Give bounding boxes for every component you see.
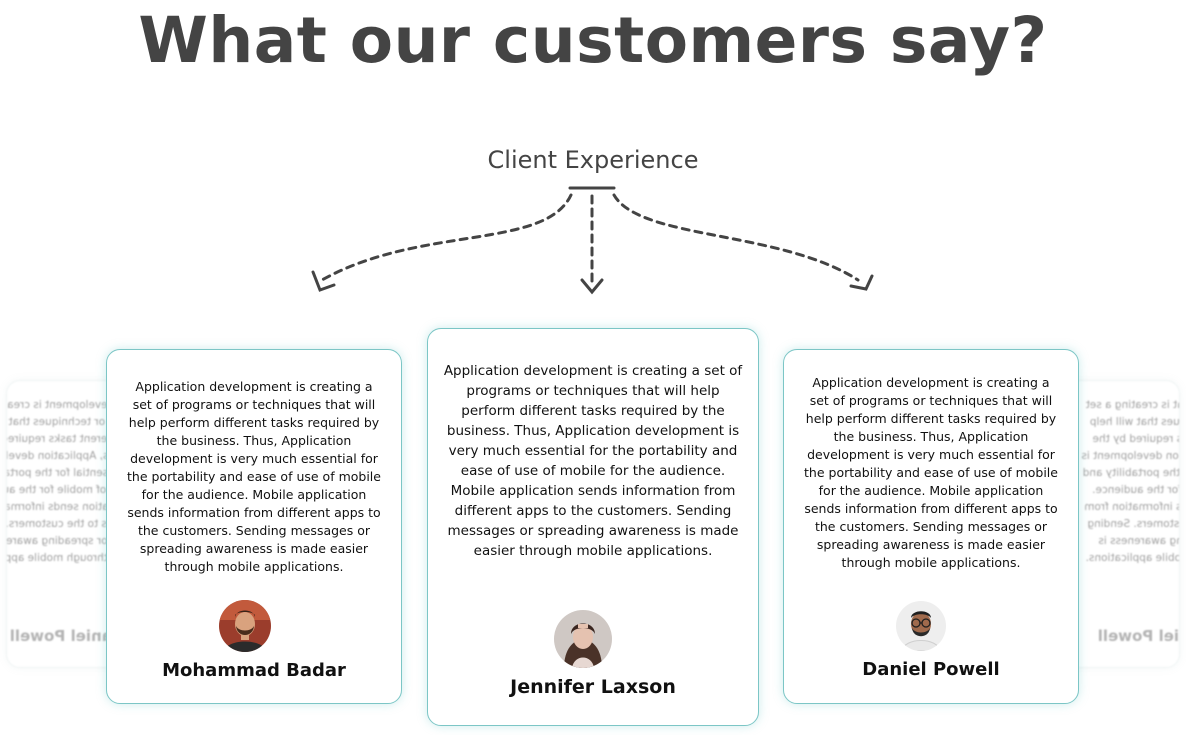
- testimonial-card-jennifer[interactable]: Application development is creating a se…: [427, 328, 759, 726]
- avatar-daniel-icon: [896, 601, 946, 651]
- testimonial-quote: Application development is creating a se…: [804, 375, 1058, 570]
- arrow-left-head: [311, 270, 336, 292]
- arrow-left-path: [320, 193, 573, 282]
- avatar-jennifer-icon: [554, 610, 612, 668]
- testimonial-quote: Application development is creating a se…: [127, 379, 381, 574]
- avatar-mohammad-icon: [219, 600, 271, 652]
- arrow-right-path: [612, 193, 860, 282]
- arrow-right-head: [849, 274, 874, 291]
- testimonial-name: Daniel Powell: [862, 659, 1000, 680]
- testimonial-name: Jennifer Laxson: [510, 676, 676, 698]
- connector-arrows: [311, 186, 874, 295]
- testimonial-card-daniel[interactable]: Application development is creating a se…: [783, 349, 1079, 704]
- testimonial-name: Mohammad Badar: [162, 660, 346, 681]
- testimonial-card-mohammad[interactable]: Application development is creating a se…: [106, 349, 402, 704]
- testimonial-quote: Application development is creating a se…: [443, 363, 743, 559]
